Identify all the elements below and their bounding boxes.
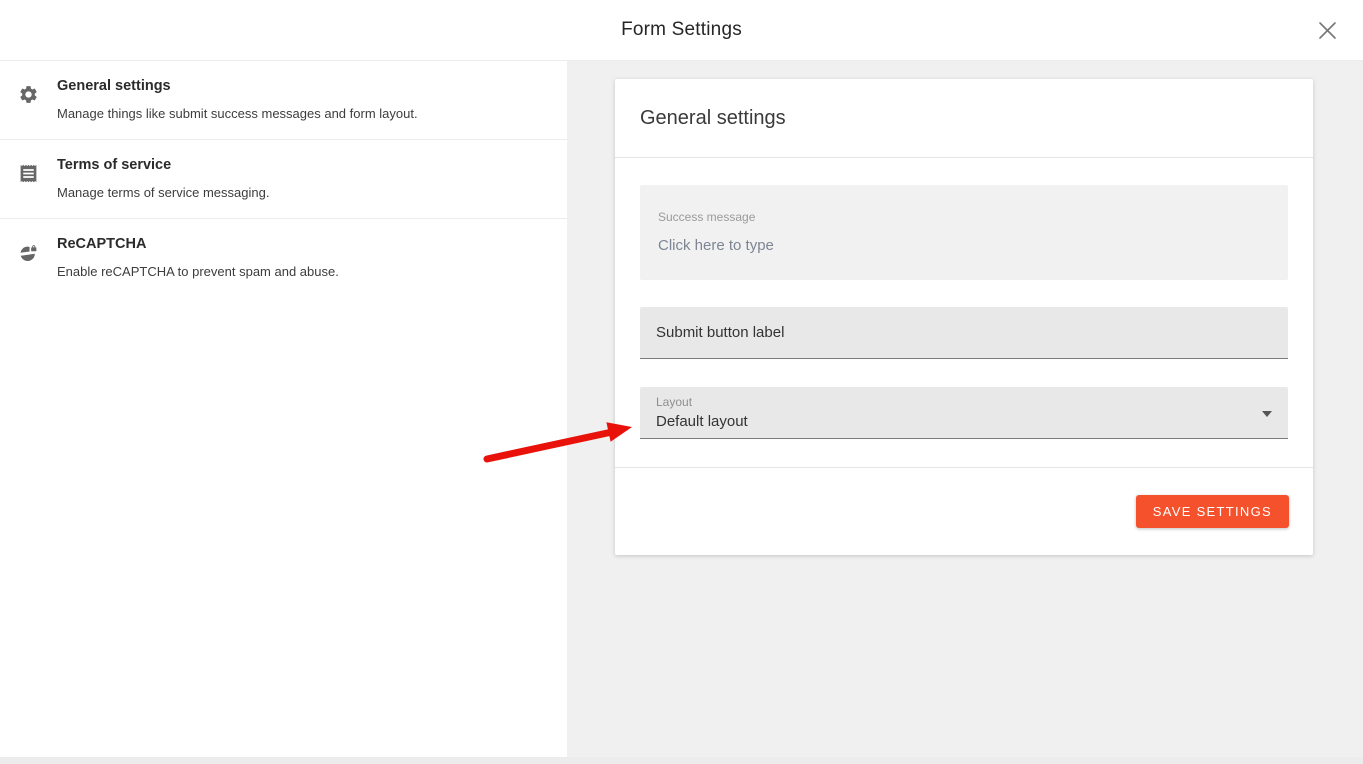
save-settings-button[interactable]: SAVE SETTINGS (1136, 495, 1289, 528)
form-settings-dialog: Form Settings General settings Manage th… (0, 0, 1363, 757)
general-settings-card: General settings Success message Click h… (615, 79, 1313, 555)
sidebar-item-description: Manage terms of service messaging. (57, 185, 269, 200)
sidebar-item-title: General settings (57, 78, 418, 94)
layout-selected-value: Default layout (656, 413, 1272, 430)
submit-button-label-field[interactable]: Submit button label (640, 307, 1288, 359)
recaptcha-lock-icon (0, 236, 57, 279)
close-icon (1318, 21, 1337, 40)
success-message-placeholder: Click here to type (658, 237, 1270, 254)
submit-button-label-text: Submit button label (656, 324, 784, 341)
dialog-title: Form Settings (621, 19, 742, 41)
layout-dropdown[interactable]: Layout Default layout (640, 387, 1288, 439)
sidebar-item-title: Terms of service (57, 157, 269, 173)
card-header: General settings (615, 79, 1313, 158)
chevron-down-icon (1262, 411, 1272, 417)
layout-label: Layout (656, 395, 1272, 409)
dialog-header: Form Settings (0, 0, 1363, 61)
gear-icon (0, 78, 57, 121)
card-footer: SAVE SETTINGS (615, 467, 1313, 555)
close-button[interactable] (1313, 16, 1341, 44)
sidebar-item-description: Manage things like submit success messag… (57, 106, 418, 121)
settings-content: General settings Success message Click h… (567, 61, 1363, 757)
sidebar-item-description: Enable reCAPTCHA to prevent spam and abu… (57, 264, 339, 279)
success-message-label: Success message (658, 210, 1270, 224)
card-body: Success message Click here to type Submi… (615, 158, 1313, 467)
success-message-field[interactable]: Success message Click here to type (640, 185, 1288, 280)
sidebar-item-title: ReCAPTCHA (57, 236, 339, 252)
sidebar-item-terms-of-service[interactable]: Terms of service Manage terms of service… (0, 140, 567, 219)
receipt-icon (0, 157, 57, 200)
sidebar-item-general-settings[interactable]: General settings Manage things like subm… (0, 61, 567, 140)
sidebar-item-recaptcha[interactable]: ReCAPTCHA Enable reCAPTCHA to prevent sp… (0, 219, 567, 297)
settings-sidebar: General settings Manage things like subm… (0, 61, 567, 757)
card-title: General settings (640, 107, 786, 130)
